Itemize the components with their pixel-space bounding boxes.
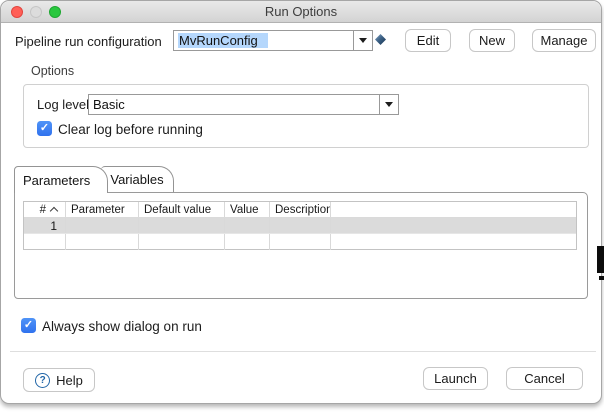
always-show-label: Always show dialog on run [42,319,202,334]
variable-diamond-icon [375,34,386,45]
checkmark-icon: ✓ [24,318,33,333]
run-configuration-value[interactable]: MvRunConfig [174,33,353,48]
manage-button[interactable]: Manage [532,29,596,52]
column-header-description[interactable]: Description [270,202,331,217]
run-configuration-dropdown-button[interactable] [353,31,372,50]
help-button-label: Help [56,373,83,388]
log-level-label: Log level: [37,97,93,112]
run-configuration-label: Pipeline run configuration [15,34,162,49]
titlebar[interactable]: Run Options [1,1,601,23]
cell-parameter[interactable] [66,218,139,233]
options-group-title: Options [31,64,74,78]
sort-ascending-icon [50,207,58,215]
footer-separator [10,351,596,352]
clear-log-label: Clear log before running [58,122,203,137]
question-mark-icon: ? [35,373,50,388]
checkmark-icon: ✓ [40,121,49,136]
cell-description[interactable] [270,218,331,233]
background-window-fragment [599,276,604,280]
table-row-selected[interactable]: 1 [24,218,576,234]
tab-variables[interactable]: Variables [101,166,174,192]
tab-parameters-label: Parameters [23,173,90,188]
window-title: Run Options [1,1,601,23]
chevron-down-icon [385,102,393,107]
tab-variables-label: Variables [110,172,163,187]
table-row-empty[interactable] [24,234,576,250]
run-options-dialog: Run Options Pipeline run configuration M… [0,0,602,404]
parameters-tab-content: # Parameter Default value Value Descript… [14,192,588,299]
table-header-row[interactable]: # Parameter Default value Value Descript… [24,202,576,218]
column-header-value[interactable]: Value [225,202,270,217]
log-level-combo[interactable]: Basic [88,94,399,115]
column-header-default-value[interactable]: Default value [139,202,225,217]
cancel-button[interactable]: Cancel [506,367,583,390]
log-level-value[interactable]: Basic [89,97,379,112]
cell-default-value[interactable] [139,218,225,233]
tab-parameters[interactable]: Parameters [14,166,108,193]
background-window-fragment [597,246,604,273]
launch-button[interactable]: Launch [423,367,488,390]
column-header-filler [331,202,576,217]
cell-index[interactable]: 1 [24,218,66,233]
always-show-checkbox[interactable]: ✓ [21,318,36,333]
edit-button[interactable]: Edit [405,29,451,52]
parameters-table[interactable]: # Parameter Default value Value Descript… [23,201,577,250]
cell-filler [331,218,576,233]
cell-value[interactable] [225,218,270,233]
help-button[interactable]: ? Help [23,368,95,392]
chevron-down-icon [359,38,367,43]
new-button[interactable]: New [469,29,515,52]
log-level-dropdown-button[interactable] [379,95,398,114]
column-header-parameter[interactable]: Parameter [66,202,139,217]
clear-log-checkbox[interactable]: ✓ [37,121,52,136]
run-configuration-combo[interactable]: MvRunConfig [173,30,373,51]
column-header-index[interactable]: # [24,202,66,217]
